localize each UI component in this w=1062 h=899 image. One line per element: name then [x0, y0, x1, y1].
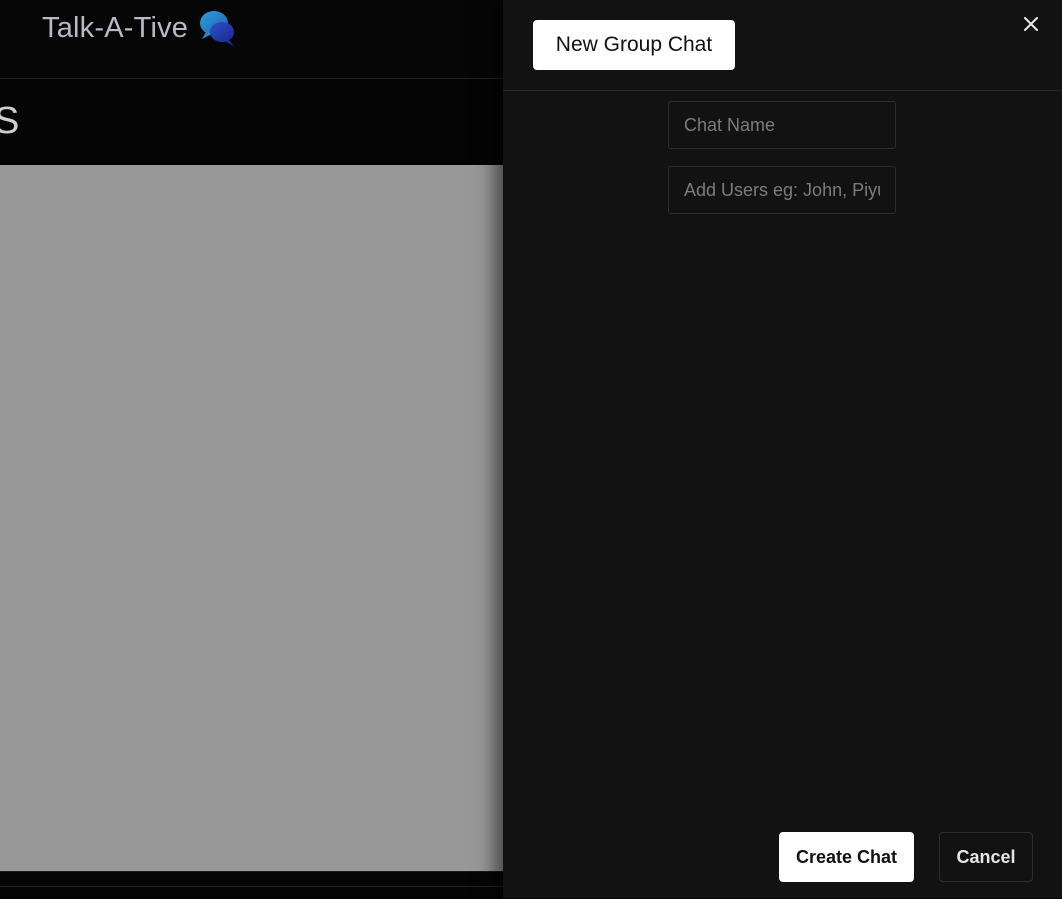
- new-group-chat-drawer: New Group Chat Create Chat Cancel: [503, 0, 1062, 898]
- section-title: S: [0, 100, 20, 142]
- create-chat-button[interactable]: Create Chat: [779, 832, 914, 882]
- bottom-strip: [0, 871, 503, 899]
- new-group-chat-button[interactable]: New Group Chat: [533, 20, 735, 70]
- drawer-header: New Group Chat: [503, 0, 1062, 91]
- add-users-input[interactable]: [668, 166, 896, 214]
- cancel-button[interactable]: Cancel: [939, 832, 1033, 882]
- close-icon[interactable]: [1017, 12, 1045, 36]
- speech-bubbles-icon: [198, 8, 238, 48]
- chat-name-input[interactable]: [668, 101, 896, 149]
- content-area: [0, 165, 503, 871]
- brand-name: Talk-A-Tive: [42, 11, 189, 44]
- brand: Talk-A-Tive: [42, 8, 238, 48]
